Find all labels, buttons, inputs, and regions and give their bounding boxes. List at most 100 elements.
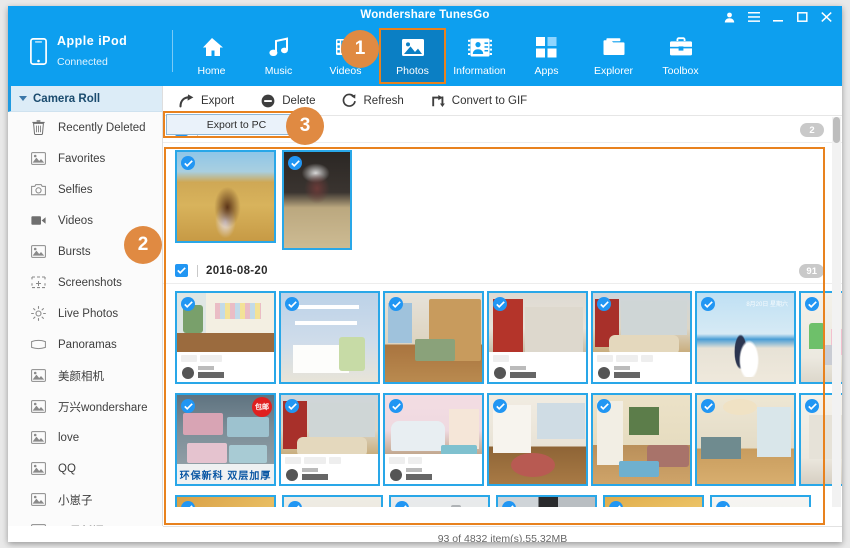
image-icon: [30, 368, 46, 384]
sidebar-label: Selfies: [58, 184, 93, 196]
convert-to-gif-button[interactable]: Convert to GIF: [426, 89, 539, 113]
photo-checkbox[interactable]: [701, 297, 715, 311]
sidebar-label: Favorites: [58, 153, 105, 165]
nav-item-information[interactable]: Information: [446, 28, 513, 84]
photo-thumbnail[interactable]: [695, 393, 796, 486]
photo-thumbnail[interactable]: [496, 495, 597, 507]
photo-checkbox[interactable]: [181, 297, 195, 311]
photo-thumbnail[interactable]: [487, 291, 588, 384]
group-checkbox[interactable]: [175, 264, 188, 277]
sidebar-item-xiaoyazi[interactable]: 小崽子: [8, 484, 162, 515]
photo-checkbox[interactable]: [805, 297, 819, 311]
sidebar-item-wondershare[interactable]: 万兴wondershare: [8, 391, 162, 422]
refresh-button[interactable]: Refresh: [338, 89, 416, 113]
photo-thumbnail[interactable]: [591, 393, 692, 486]
nav-item-music[interactable]: Music: [245, 28, 312, 84]
photo-watermark: 8月20日 星期六: [746, 299, 788, 308]
photo-thumbnail[interactable]: [279, 291, 380, 384]
photo-checkbox[interactable]: [493, 399, 507, 413]
device-status: Connected: [57, 56, 108, 68]
photo-thumbnail[interactable]: 8月20日 星期六: [695, 291, 796, 384]
photo-checkbox[interactable]: [609, 501, 623, 507]
close-icon[interactable]: [821, 12, 832, 22]
nav-item-explorer[interactable]: Explorer: [580, 28, 647, 84]
toolbox-icon: [669, 34, 693, 60]
photo-thumbnail[interactable]: [279, 393, 380, 486]
nav-item-home[interactable]: Home: [178, 28, 245, 84]
window-controls: [724, 8, 832, 26]
sidebar-item-screenshots[interactable]: Screenshots: [8, 267, 162, 298]
photo-thumbnail[interactable]: [175, 291, 276, 384]
photo-thumbnail[interactable]: 包邮 环保新科 双层加厚: [175, 393, 276, 486]
photo-stamp: 包邮: [252, 397, 272, 417]
nav-item-apps[interactable]: Apps: [513, 28, 580, 84]
nav-label-music: Music: [265, 65, 292, 77]
delete-button[interactable]: Delete: [256, 89, 327, 113]
screenshot-icon: [30, 275, 46, 291]
photo-thumbnail[interactable]: [487, 393, 588, 486]
photo-cell: [496, 495, 600, 507]
sidebar-item-recently-deleted[interactable]: Recently Deleted: [8, 112, 162, 143]
sidebar-label: Recently Deleted: [58, 122, 146, 134]
photo-checkbox[interactable]: [597, 297, 611, 311]
photo-thumbnail[interactable]: [383, 393, 484, 486]
photo-thumbnail[interactable]: [710, 495, 811, 507]
sidebar-item-selfies[interactable]: Selfies: [8, 174, 162, 205]
sidebar-item-live-photos[interactable]: Live Photos: [8, 298, 162, 329]
photo-thumbnail[interactable]: [282, 495, 383, 507]
export-to-pc-label: Export to PC: [207, 119, 267, 131]
menu-icon[interactable]: [748, 12, 760, 22]
photo-grid-scroll-area[interactable]: 2016-08-21 2: [163, 117, 842, 507]
photo-checkbox[interactable]: [181, 156, 195, 170]
photo-thumbnail[interactable]: [175, 495, 276, 507]
photo-thumbnail[interactable]: [389, 495, 490, 507]
group-header-2016-08-20: 2016-08-20 91: [163, 258, 842, 284]
photo-checkbox[interactable]: [395, 501, 409, 507]
sidebar-item-love[interactable]: love: [8, 422, 162, 453]
photo-checkbox[interactable]: [288, 156, 302, 170]
home-icon: [200, 34, 224, 60]
sidebar-item-qq[interactable]: QQ: [8, 453, 162, 484]
sidebar-item-netease-news[interactable]: 网易新闻: [8, 515, 162, 526]
music-icon: [268, 34, 290, 60]
photo-cell: [175, 495, 279, 507]
sidebar-item-panoramas[interactable]: Panoramas: [8, 329, 162, 360]
sidebar-label: Screenshots: [58, 277, 122, 289]
photo-caption: [385, 454, 482, 484]
account-icon[interactable]: [724, 12, 735, 23]
maximize-icon[interactable]: [797, 12, 808, 22]
sidebar-label: 网易新闻: [58, 523, 104, 527]
photo-checkbox[interactable]: [389, 297, 403, 311]
minimize-icon[interactable]: [773, 12, 784, 22]
photo-cell: [389, 495, 493, 507]
photo-checkbox[interactable]: [285, 399, 299, 413]
app-body: Camera Roll Recently Deleted Favorites S…: [8, 86, 842, 542]
photo-thumbnail[interactable]: [591, 291, 692, 384]
photo-thumbnail[interactable]: [282, 150, 352, 250]
nav-item-toolbox[interactable]: Toolbox: [647, 28, 714, 84]
vertical-scrollbar[interactable]: [832, 117, 841, 507]
photo-checkbox[interactable]: [805, 399, 819, 413]
group-count-badge: 91: [799, 264, 824, 278]
photo-checkbox[interactable]: [597, 399, 611, 413]
sidebar-item-favorites[interactable]: Favorites: [8, 143, 162, 174]
photo-checkbox[interactable]: [285, 297, 299, 311]
photo-checkbox[interactable]: [701, 399, 715, 413]
nav-item-photos[interactable]: Photos: [379, 28, 446, 84]
photo-thumbnail[interactable]: [383, 291, 484, 384]
photo-checkbox[interactable]: [716, 501, 730, 507]
photo-checkbox[interactable]: [389, 399, 403, 413]
sidebar-item-meiyan[interactable]: 美颜相机: [8, 360, 162, 391]
photo-checkbox[interactable]: [181, 399, 195, 413]
photo-checkbox[interactable]: [181, 501, 195, 507]
photo-checkbox[interactable]: [288, 501, 302, 507]
image-icon: [30, 151, 46, 167]
sidebar-header-camera-roll[interactable]: Camera Roll: [8, 86, 162, 112]
photo-thumbnail[interactable]: [175, 150, 276, 243]
photo-thumbnail[interactable]: [603, 495, 704, 507]
export-button[interactable]: Export: [175, 89, 246, 113]
photo-checkbox[interactable]: [493, 297, 507, 311]
connected-device[interactable]: Apple iPod Connected: [30, 28, 180, 74]
scrollbar-thumb[interactable]: [833, 117, 840, 143]
photo-checkbox[interactable]: [502, 501, 516, 507]
